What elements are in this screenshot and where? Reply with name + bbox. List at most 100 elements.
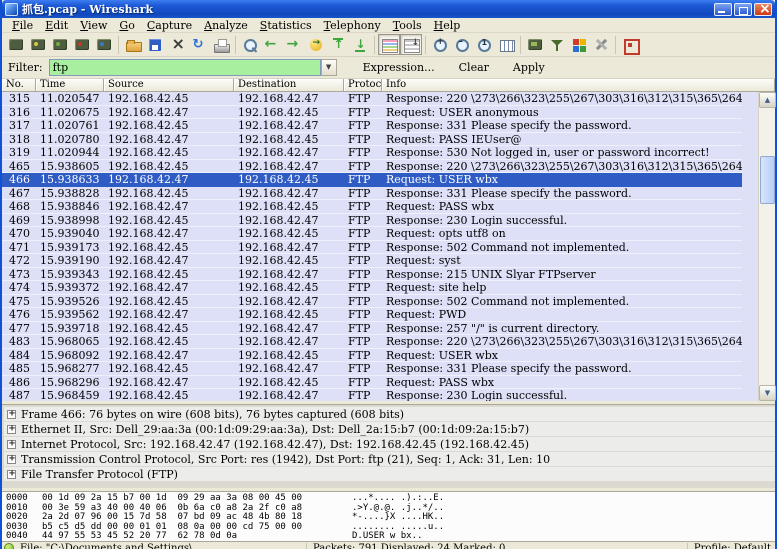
detail-tree-row[interactable]: File Transfer Protocol (FTP) [4, 467, 775, 481]
menu-item-help[interactable]: Help [428, 19, 467, 32]
packet-cell-destination: 192.168.42.47 [238, 119, 319, 132]
packet-row[interactable]: 471 15.939173 192.168.42.45 192.168.42.47 FT… [2, 240, 742, 254]
packet-row[interactable]: 485 15.968277 192.168.42.45 192.168.42.47 FT… [2, 362, 742, 376]
toolbar-save-as-button[interactable] [144, 34, 166, 55]
menu-item-statistics[interactable]: Statistics [254, 19, 318, 32]
menu-item-capture[interactable]: Capture [141, 19, 198, 32]
expert-info-icon[interactable] [4, 543, 14, 549]
column-header-info[interactable]: Info [382, 79, 775, 92]
toolbar-zoom-out-button[interactable] [451, 34, 473, 55]
scroll-up-icon[interactable]: ▲ [759, 92, 776, 108]
toolbar-capture-filter-button[interactable] [524, 34, 546, 55]
column-header-source[interactable]: Source [104, 79, 234, 92]
toolbar-capture-stop-button[interactable] [71, 34, 93, 55]
toolbar-iface-list-button[interactable] [5, 34, 27, 55]
packet-row[interactable]: 472 15.939190 192.168.42.47 192.168.42.45 FT… [2, 254, 742, 268]
packet-row[interactable]: 475 15.939526 192.168.42.45 192.168.42.47 FT… [2, 294, 742, 308]
expander-plus-icon[interactable] [7, 438, 16, 449]
packet-row[interactable]: 465 15.938605 192.168.42.45 192.168.42.47 FT… [2, 159, 742, 173]
expander-plus-icon[interactable] [7, 408, 16, 419]
menu-item-analyze[interactable]: Analyze [198, 19, 254, 32]
expander-plus-icon[interactable] [7, 453, 16, 464]
column-header-destination[interactable]: Destination [234, 79, 344, 92]
column-header-protocol[interactable]: Protocol [344, 79, 382, 92]
detail-tree-row[interactable]: Frame 466: 76 bytes on wire (608 bits), … [4, 407, 775, 421]
packet-row[interactable]: 486 15.968296 192.168.42.47 192.168.42.45 FT… [2, 375, 742, 389]
toolbar-capture-start-button[interactable] [49, 34, 71, 55]
packet-row[interactable]: 484 15.968092 192.168.42.47 192.168.42.45 FT… [2, 348, 742, 362]
menu-item-edit[interactable]: Edit [39, 19, 74, 32]
packet-row[interactable]: 483 15.968065 192.168.42.45 192.168.42.47 FT… [2, 335, 742, 349]
detail-tree-row[interactable]: Transmission Control Protocol, Src Port:… [4, 452, 775, 466]
menu-item-file[interactable]: File [6, 19, 39, 32]
toolbar-print-button[interactable] [210, 34, 232, 55]
filter-dropdown-arrow-icon[interactable]: ▼ [320, 59, 337, 76]
scrollbar-thumb[interactable] [760, 156, 775, 204]
column-header-time[interactable]: Time [36, 79, 104, 92]
scroll-down-icon[interactable]: ▼ [759, 385, 776, 401]
toolbar-capture-restart-button[interactable] [93, 34, 115, 55]
toolbar-open-file-button[interactable] [122, 34, 144, 55]
packet-cell-destination: 192.168.42.45 [238, 200, 319, 213]
packet-cell-destination: 192.168.42.47 [238, 335, 319, 348]
packet-row[interactable]: 316 11.020675 192.168.42.47 192.168.42.45 FT… [2, 105, 742, 119]
toolbar-capture-options-button[interactable] [27, 34, 49, 55]
toolbar-resize-columns-button[interactable] [495, 34, 517, 55]
column-header-no[interactable]: No. [2, 79, 36, 92]
packet-row[interactable]: 477 15.939718 192.168.42.45 192.168.42.47 FT… [2, 321, 742, 335]
detail-tree-row[interactable]: Internet Protocol, Src: 192.168.42.47 (1… [4, 437, 775, 451]
packet-row[interactable]: 473 15.939343 192.168.42.45 192.168.42.47 FT… [2, 267, 742, 281]
packet-cell-protocol: FTP [348, 240, 371, 253]
packet-cell-protocol: FTP [348, 308, 371, 321]
packet-cell-source: 192.168.42.45 [108, 240, 189, 253]
toolbar-zoom-in-button[interactable] [429, 34, 451, 55]
expander-plus-icon[interactable] [7, 468, 16, 479]
packet-row[interactable]: 319 11.020944 192.168.42.45 192.168.42.47 FT… [2, 146, 742, 160]
minimize-button[interactable] [714, 2, 732, 16]
toolbar-display-filter-button[interactable] [546, 34, 568, 55]
packet-row[interactable]: 470 15.939040 192.168.42.47 192.168.42.45 FT… [2, 227, 742, 241]
packet-cell-info: Request: USER anonymous [386, 105, 539, 118]
packet-row[interactable]: 466 15.938633 192.168.42.47 192.168.42.45 FT… [2, 173, 742, 187]
restore-button[interactable] [734, 2, 752, 16]
menu-item-telephony[interactable]: Telephony [318, 19, 387, 32]
packet-row[interactable]: 474 15.939372 192.168.42.47 192.168.42.45 FT… [2, 281, 742, 295]
toolbar-go-bottom-button[interactable] [349, 34, 371, 55]
packet-row[interactable]: 467 15.938828 192.168.42.45 192.168.42.47 FT… [2, 186, 742, 200]
filter-input[interactable] [48, 59, 321, 76]
packet-row[interactable]: 469 15.938998 192.168.42.45 192.168.42.47 FT… [2, 213, 742, 227]
close-button[interactable] [754, 1, 772, 17]
toolbar-preferences-button[interactable] [590, 34, 612, 55]
expression-button[interactable]: Expression... [351, 59, 447, 76]
menu-item-go[interactable]: Go [113, 19, 140, 32]
menu-item-tools[interactable]: Tools [387, 19, 428, 32]
toolbar-close-file-button[interactable] [166, 34, 188, 55]
toolbar-coloring-rules-button[interactable] [568, 34, 590, 55]
toolbar-go-to-packet-button[interactable] [305, 34, 327, 55]
toolbar-colorize-toggle-button[interactable] [378, 34, 400, 55]
packet-row[interactable]: 317 11.020761 192.168.42.45 192.168.42.47 FT… [2, 119, 742, 133]
packet-row[interactable]: 487 15.968459 192.168.42.45 192.168.42.47 FT… [2, 389, 742, 401]
packet-row[interactable]: 476 15.939562 192.168.42.47 192.168.42.45 FT… [2, 308, 742, 322]
toolbar-go-back-button[interactable] [261, 34, 283, 55]
toolbar-autoscroll-toggle-button[interactable] [400, 34, 422, 55]
toolbar-find-button[interactable] [239, 34, 261, 55]
packet-cell-no: 472 [9, 254, 30, 267]
packet-row[interactable]: 318 11.020780 192.168.42.47 192.168.42.45 FT… [2, 132, 742, 146]
toolbar-go-top-button[interactable] [327, 34, 349, 55]
hex-row[interactable]: 0040 44 97 55 53 45 52 20 77 62 78 0d 0a D… [6, 532, 775, 541]
packet-cell-info: Response: 230 Login successful. [386, 389, 568, 401]
vertical-scrollbar[interactable]: ▲ ▼ [758, 92, 776, 401]
apply-button[interactable]: Apply [501, 59, 557, 76]
toolbar-go-forward-button[interactable] [283, 34, 305, 55]
expander-plus-icon[interactable] [7, 423, 16, 434]
detail-text: Ethernet II, Src: Dell_29:aa:3a (00:1d:0… [21, 422, 530, 436]
clear-button[interactable]: Clear [447, 59, 501, 76]
toolbar-reload-button[interactable] [188, 34, 210, 55]
toolbar-help-button[interactable] [619, 34, 641, 55]
packet-row[interactable]: 315 11.020547 192.168.42.45 192.168.42.47 FT… [2, 92, 742, 106]
packet-row[interactable]: 468 15.938846 192.168.42.47 192.168.42.45 FT… [2, 200, 742, 214]
detail-tree-row[interactable]: Ethernet II, Src: Dell_29:aa:3a (00:1d:0… [4, 422, 775, 436]
menu-item-view[interactable]: View [74, 19, 113, 32]
toolbar-zoom-100-button[interactable] [473, 34, 495, 55]
